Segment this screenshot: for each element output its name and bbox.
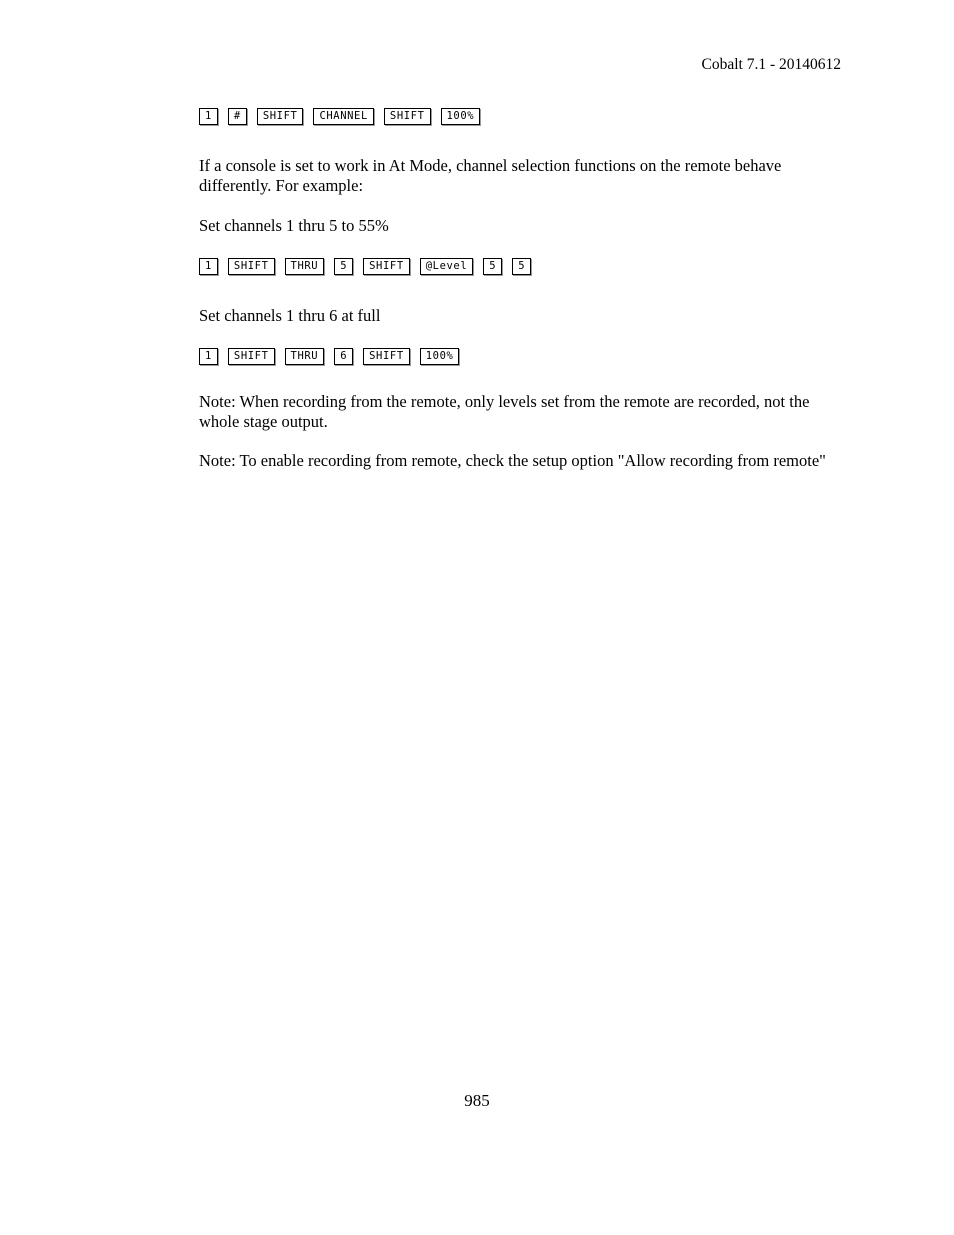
paragraph-at-mode-description: If a console is set to work in At Mode, … [199, 156, 782, 195]
example-1-caption: Set channels 1 thru 5 to 55% [199, 216, 389, 235]
note-enable-recording: Note: To enable recording from remote, c… [199, 451, 826, 470]
document-page: Cobalt 7.1 - 20140612 1 # SHIFT CHANNEL SHIF… [0, 0, 954, 1235]
key-sequence-3: 1 SHIFT THRU 6 SHIFT 100% [199, 348, 849, 368]
keycap: THRU [284, 348, 325, 365]
keycap: THRU [284, 258, 325, 275]
keycap: 5 [483, 258, 503, 275]
keycap: 1 [199, 258, 218, 275]
keycap: 6 [334, 348, 354, 365]
keycap: 100% [440, 108, 481, 125]
example-2-caption: Set channels 1 thru 6 at full [199, 306, 381, 325]
keycap: SHIFT [363, 258, 410, 275]
keycap: SHIFT [383, 108, 431, 125]
note-recording-levels: Note: When recording from the remote, on… [199, 392, 810, 431]
keycap: @Level [419, 258, 474, 275]
keycap: CHANNEL [313, 108, 374, 125]
key-sequence-1: 1 # SHIFT CHANNEL SHIFT 100% [199, 108, 849, 128]
page-number: 985 [464, 1091, 490, 1110]
page-content: 1 # SHIFT CHANNEL SHIFT 100% If a console is … [199, 108, 849, 471]
keycap: SHIFT [363, 348, 410, 365]
keycap: 5 [334, 258, 354, 275]
page-header-revision: Cobalt 7.1 - 20140612 [701, 56, 842, 73]
keycap: SHIFT [227, 348, 275, 365]
key-sequence-2: 1 SHIFT THRU 5 SHIFT @Level 5 5 [199, 258, 849, 278]
keycap: SHIFT [227, 258, 275, 275]
keycap: 1 [199, 108, 218, 125]
keycap: # [227, 108, 247, 125]
keycap: 1 [199, 348, 218, 365]
keycap: SHIFT [256, 108, 304, 125]
keycap: 100% [419, 348, 460, 365]
keycap: 5 [512, 258, 532, 275]
